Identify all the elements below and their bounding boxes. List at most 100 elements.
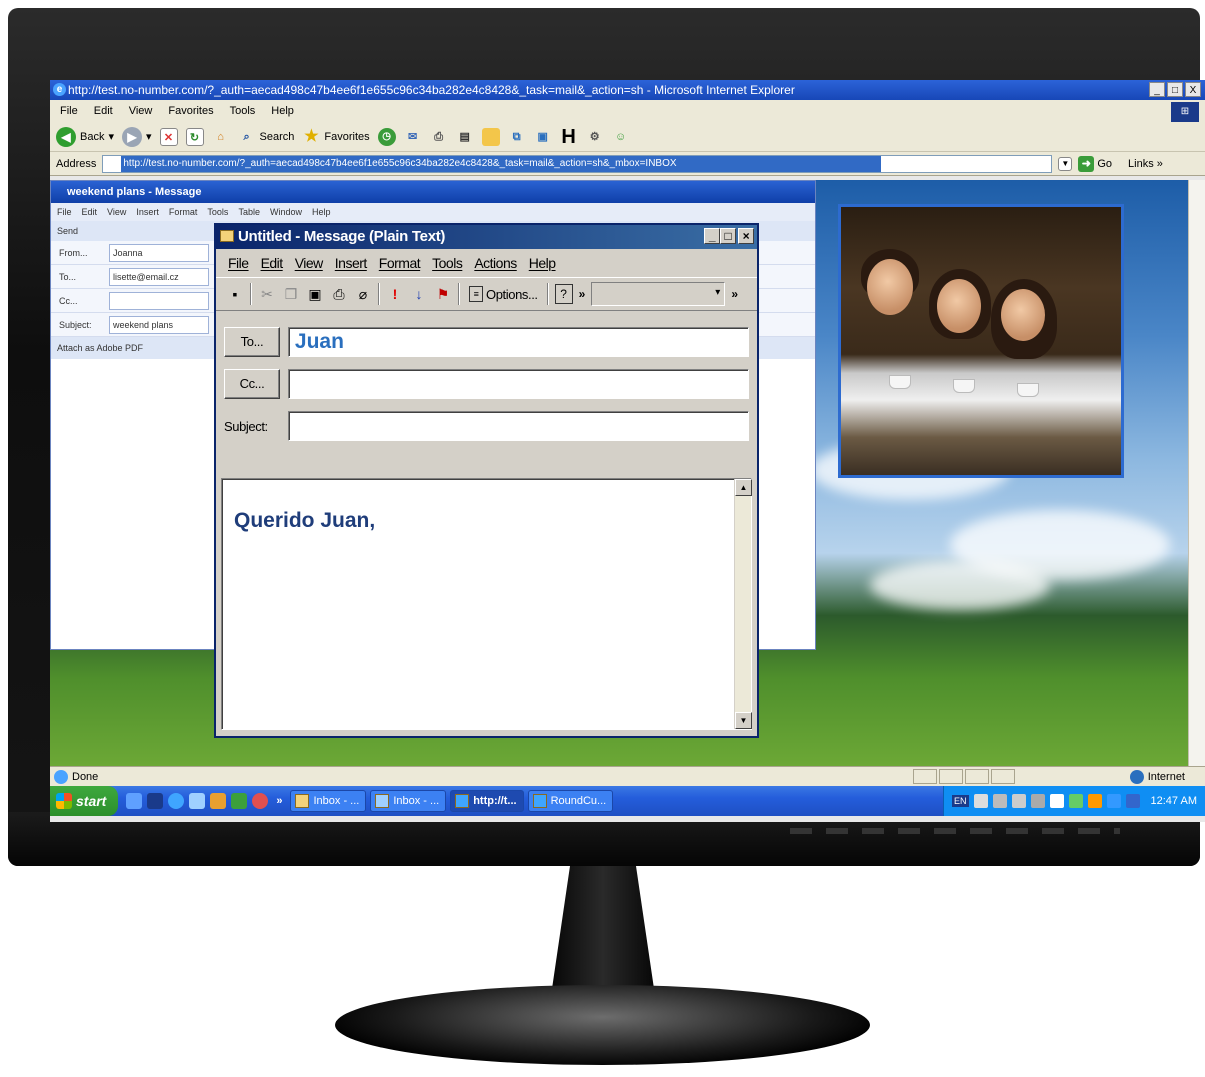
scroll-down-icon[interactable]: ▼ [735, 712, 752, 729]
bg-menu-edit[interactable]: Edit [82, 203, 98, 221]
ie-scrollbar[interactable] [1188, 180, 1205, 766]
bg-cc-label[interactable]: Cc... [51, 296, 109, 306]
tools-icon[interactable]: ⚙ [586, 128, 604, 146]
bg-send-button[interactable]: Send [57, 226, 78, 236]
tray-icon[interactable] [1030, 794, 1045, 808]
to-field[interactable]: Juan [287, 327, 749, 357]
taskbar-item-inbox-1[interactable]: Inbox - ... [290, 790, 367, 812]
excel-quicklaunch-icon[interactable] [231, 793, 248, 809]
ie-quicklaunch-icon[interactable] [168, 793, 185, 809]
bg-menu-help[interactable]: Help [312, 203, 331, 221]
history-icon[interactable]: ◷ [377, 127, 396, 146]
compose-menu-tools[interactable]: Tools [432, 255, 463, 271]
bg-menu-table[interactable]: Table [238, 203, 260, 221]
clock[interactable]: 12:47 AM [1151, 795, 1197, 807]
print-preview-icon[interactable]: ⎙ [330, 284, 348, 304]
tray-icon[interactable] [973, 794, 988, 808]
compose-maximize-button[interactable]: □ [720, 228, 736, 244]
high-importance-icon[interactable]: ! [386, 284, 404, 304]
message-body[interactable]: Querido Juan, ▲ ▼ [221, 478, 752, 730]
bg-menu-insert[interactable]: Insert [136, 203, 159, 221]
menu-help[interactable]: Help [271, 100, 294, 122]
copy-icon[interactable]: ❐ [282, 284, 300, 304]
links-button[interactable]: Links » [1128, 158, 1163, 170]
menu-tools[interactable]: Tools [230, 100, 256, 122]
compose-menu-view[interactable]: View [295, 255, 324, 271]
menu-edit[interactable]: Edit [94, 100, 113, 122]
options-button[interactable]: ≡ Options... [466, 286, 541, 302]
tray-icon[interactable] [992, 794, 1007, 808]
menu-view[interactable]: View [129, 100, 153, 122]
favorites-button[interactable]: ★ Favorites [302, 128, 369, 146]
close-button[interactable]: X [1185, 82, 1201, 97]
tray-icon[interactable] [1125, 794, 1140, 808]
compose-menu-actions[interactable]: Actions [474, 255, 517, 271]
compose-menu-help[interactable]: Help [529, 255, 556, 271]
refresh-icon[interactable]: ↻ [185, 127, 204, 146]
buddy-icon[interactable]: ☺ [612, 128, 630, 146]
low-importance-icon[interactable]: ↓ [410, 284, 428, 304]
menu-file[interactable]: File [60, 100, 78, 122]
messenger-icon[interactable]: ⧉ [508, 128, 526, 146]
back-button[interactable]: ◀ Back ▾ [56, 126, 114, 147]
compose-close-button[interactable]: × [738, 228, 754, 244]
cc-field[interactable] [287, 369, 749, 399]
minimize-button[interactable]: _ [1149, 82, 1165, 97]
address-dropdown-icon[interactable]: ▼ [1058, 156, 1073, 171]
bg-menu-tools[interactable]: Tools [207, 203, 228, 221]
home-icon[interactable]: ⌂ [212, 128, 230, 146]
compose-menu-format[interactable]: Format [379, 255, 421, 271]
bg-menu-window[interactable]: Window [270, 203, 302, 221]
toolbar-overflow-icon[interactable]: » [579, 287, 586, 301]
attach-icon[interactable]: ⌀ [354, 284, 372, 304]
bg-menu-format[interactable]: Format [169, 203, 198, 221]
outlook-quicklaunch-icon[interactable] [189, 793, 206, 809]
attach-pdf-button[interactable]: Attach as Adobe PDF [57, 343, 143, 353]
save-icon[interactable]: ▪ [226, 284, 244, 304]
body-scrollbar[interactable]: ▲ ▼ [734, 479, 752, 729]
tray-icon[interactable] [1087, 794, 1102, 808]
maximize-button[interactable]: □ [1167, 82, 1183, 97]
scroll-up-icon[interactable]: ▲ [735, 479, 752, 496]
cc-button[interactable]: Cc... [224, 369, 280, 399]
browser-quicklaunch-icon[interactable] [252, 793, 269, 809]
bg-to-value[interactable]: lisette@email.cz [109, 267, 209, 286]
mail-icon[interactable]: ✉ [404, 128, 422, 146]
bg-from-label[interactable]: From... [51, 248, 109, 258]
menu-favorites[interactable]: Favorites [168, 100, 213, 122]
compose-menu-file[interactable]: File [228, 255, 249, 271]
bg-subject-value[interactable]: weekend plans [109, 315, 209, 334]
tool-icon[interactable] [210, 793, 227, 809]
folder-icon[interactable] [481, 127, 500, 146]
forward-button[interactable]: ▶ ▾ [122, 126, 152, 147]
subject-field[interactable] [287, 411, 749, 441]
cut-icon[interactable]: ✂ [258, 284, 276, 304]
edit-icon[interactable]: ▤ [456, 128, 474, 146]
research-icon[interactable]: ▣ [534, 128, 552, 146]
compose-minimize-button[interactable]: _ [704, 228, 720, 244]
help-icon[interactable]: ? [554, 284, 573, 304]
go-button[interactable]: ➜ Go [1078, 155, 1112, 172]
flag-icon[interactable]: ⚑ [434, 284, 452, 304]
taskbar-item-roundcube[interactable]: RoundCu... [527, 790, 614, 812]
toolbar-combo[interactable]: ▾ [591, 282, 726, 306]
toolbar-overflow-icon[interactable]: » [731, 287, 738, 301]
desktop-icon[interactable] [126, 793, 143, 809]
help-tray-icon[interactable] [1049, 794, 1064, 808]
paste-icon[interactable]: ▣ [306, 284, 324, 304]
bg-menu-view[interactable]: View [107, 203, 126, 221]
media-icon[interactable] [147, 793, 164, 809]
taskbar-item-inbox-2[interactable]: Inbox - ... [370, 790, 447, 812]
bg-to-label[interactable]: To... [51, 272, 109, 282]
quicklaunch-overflow-icon[interactable]: » [276, 795, 282, 807]
compose-menu-insert[interactable]: Insert [335, 255, 368, 271]
search-button[interactable]: ⌕ Search [238, 128, 294, 146]
start-button[interactable]: start [50, 786, 119, 816]
tray-icon[interactable] [1011, 794, 1026, 808]
stop-icon[interactable]: ✕ [159, 127, 178, 146]
h-icon[interactable]: H [560, 127, 578, 147]
tray-icon[interactable] [1106, 794, 1121, 808]
print-icon[interactable]: ⎙ [430, 128, 448, 146]
language-indicator[interactable]: EN [952, 795, 969, 807]
tray-icon[interactable] [1068, 794, 1083, 808]
